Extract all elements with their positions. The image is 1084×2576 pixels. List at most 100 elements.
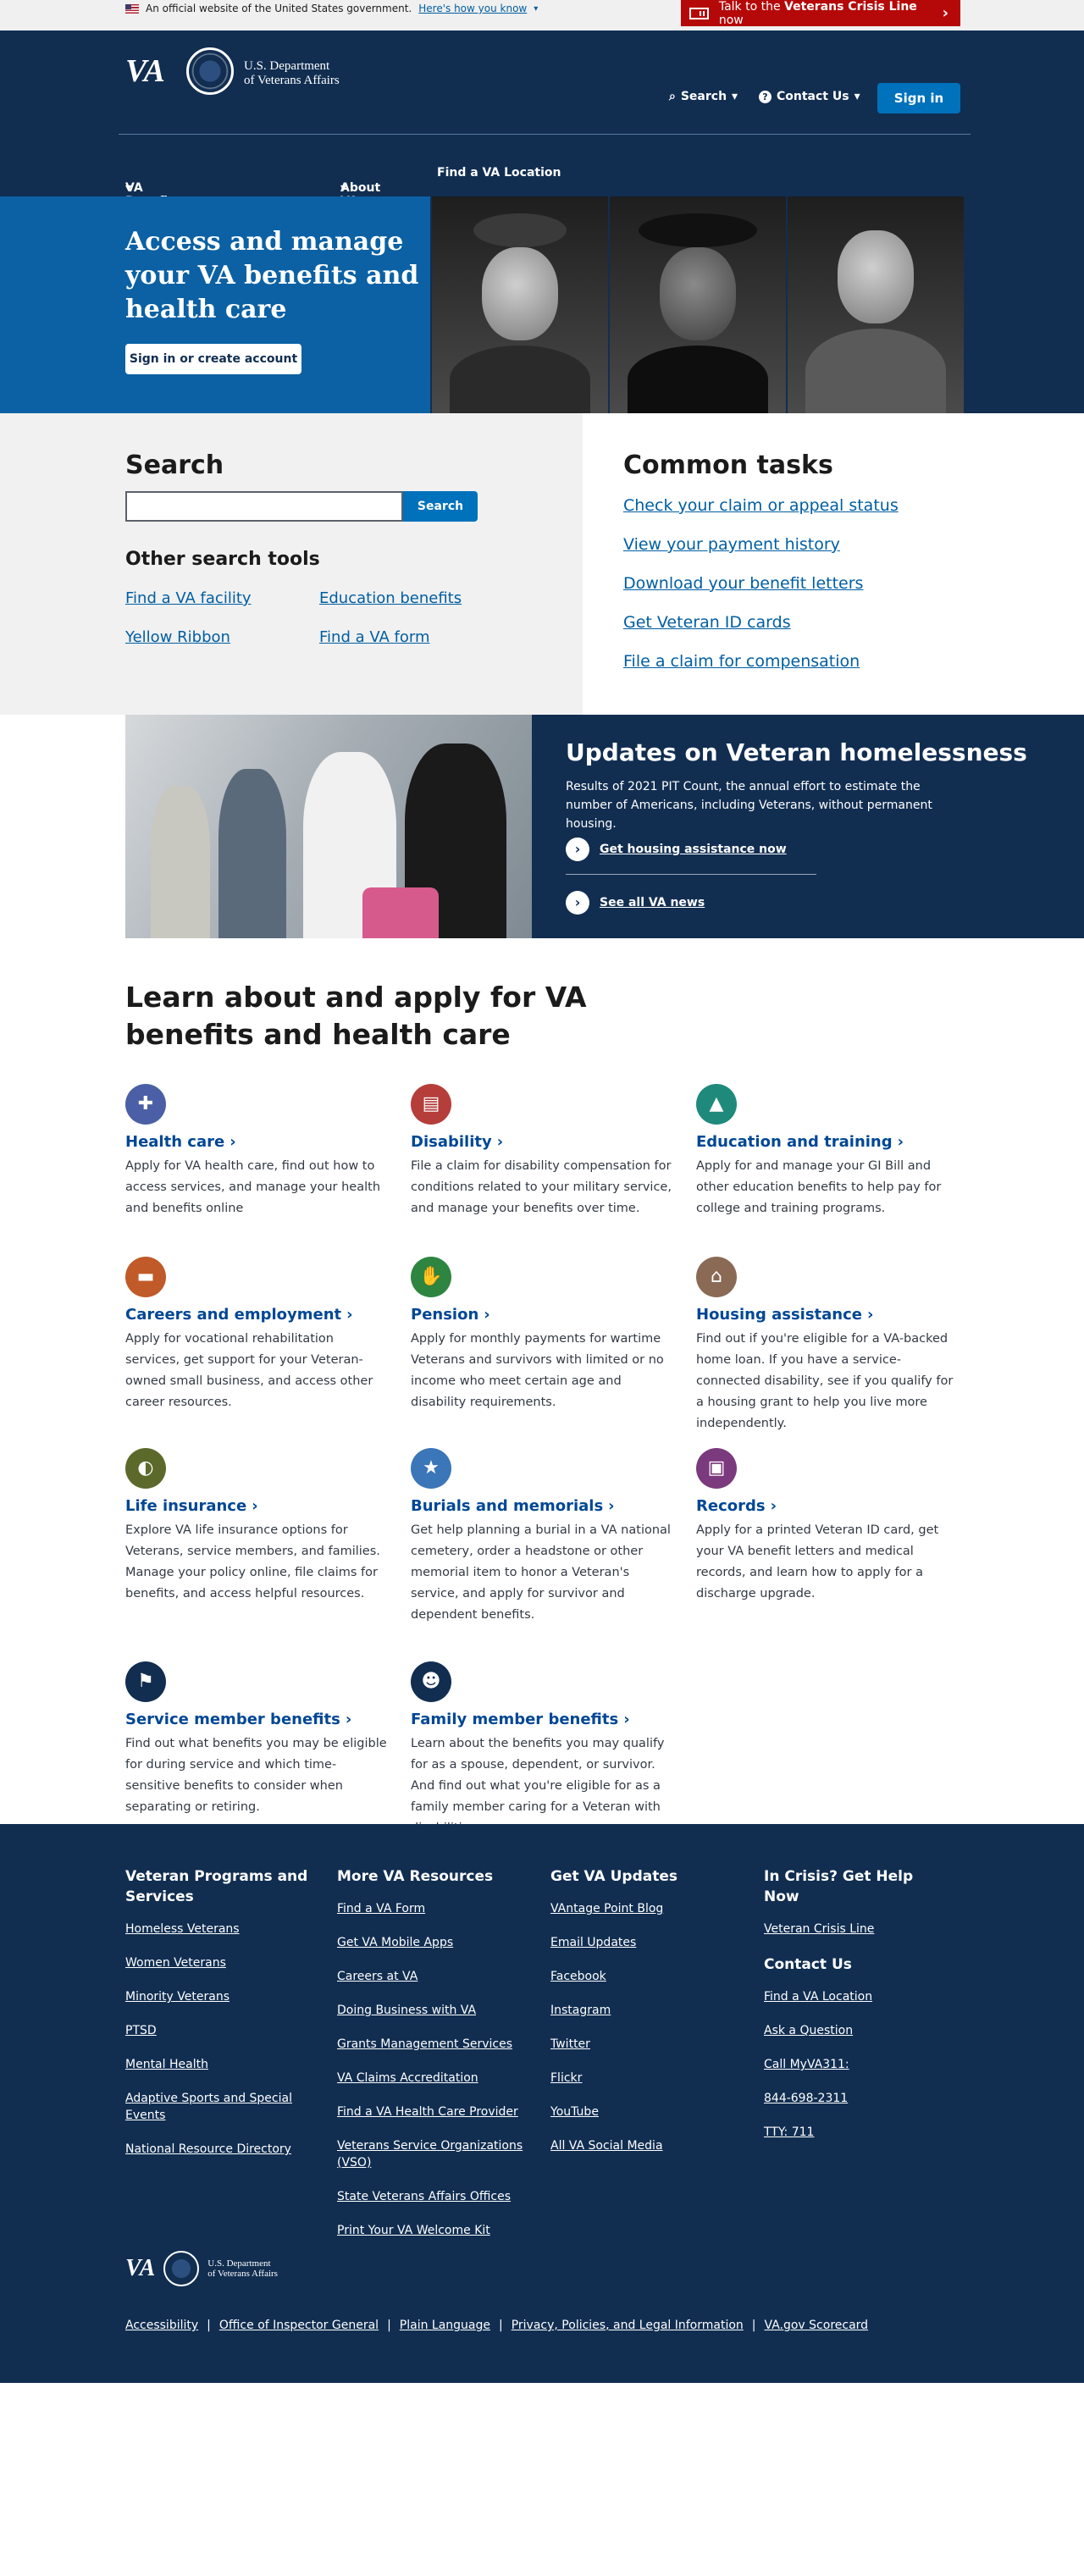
chevron-right-icon: ›	[897, 1133, 904, 1151]
benefit-link[interactable]: Health care ›	[125, 1133, 396, 1151]
footer-link[interactable]: VA Claims Accreditation	[337, 2070, 523, 2087]
header-search-button[interactable]: ⌕ Search ▾	[669, 90, 738, 103]
task-link-claim-status[interactable]: Check your claim or appeal status	[623, 496, 899, 515]
search-input[interactable]	[125, 491, 403, 522]
nav-item-find-location[interactable]: Find a VA Location	[437, 166, 561, 180]
footer-logo[interactable]: VA U.S. Department of Veterans Affairs	[125, 2251, 278, 2286]
update-body: Results of 2021 PIT Count, the annual ef…	[566, 780, 932, 831]
benefit-link[interactable]: Housing assistance ›	[696, 1306, 967, 1324]
medkit-icon: ✚	[125, 1084, 166, 1125]
benefit-link[interactable]: Family member benefits ›	[411, 1711, 682, 1728]
search-panel: Search Search Other search tools Find a …	[0, 413, 583, 715]
va-logo[interactable]: VA	[125, 53, 165, 90]
chevron-right-icon: ›	[608, 1497, 615, 1515]
gov-banner-text: An official website of the United States…	[146, 3, 412, 14]
footer-link[interactable]: VAntage Point Blog	[550, 1900, 737, 1917]
benefit-description: Apply for a printed Veteran ID card, get…	[696, 1523, 939, 1600]
housing-assistance-link[interactable]: › Get housing assistance now	[566, 837, 787, 861]
benefit-card: ☻ Family member benefits › Learn about the …	[411, 1661, 682, 1839]
search-title: Search	[125, 451, 224, 480]
footer-link[interactable]: National Resource Directory	[125, 2141, 312, 2158]
benefit-link[interactable]: Pension ›	[411, 1306, 682, 1324]
footer-contact-title: Contact Us	[764, 1956, 852, 1973]
crisis-line-text: Talk to the Veterans Crisis Line now	[718, 0, 917, 27]
benefit-description: Get help planning a burial in a VA natio…	[411, 1523, 671, 1622]
veteran-photo	[786, 196, 964, 413]
chevron-right-icon: ›	[623, 1711, 630, 1728]
tool-link-find-facility[interactable]: Find a VA facility	[125, 589, 252, 607]
separator: |	[207, 2319, 211, 2332]
benefit-link[interactable]: Burials and memorials ›	[411, 1497, 682, 1515]
footer-contact-link[interactable]: Call MyVA311:	[764, 2056, 950, 2073]
hero-sign-in-button[interactable]: Sign in or create account	[125, 344, 301, 374]
footer-link[interactable]: Print Your VA Welcome Kit	[337, 2222, 523, 2239]
footer-link[interactable]: Minority Veterans	[125, 1988, 312, 2005]
benefit-card: ⚑ Service member benefits › Find out what b…	[125, 1661, 396, 1818]
benefit-link[interactable]: Life insurance ›	[125, 1497, 396, 1515]
site-footer: Veteran Programs and Services Homeless Ve…	[0, 1824, 1084, 2383]
benefit-link[interactable]: Careers and employment ›	[125, 1306, 396, 1324]
chevron-right-icon: ›	[484, 1306, 490, 1324]
benefit-card: ▬ Careers and employment › Apply for vocati…	[125, 1257, 396, 1413]
all-news-link[interactable]: › See all VA news	[566, 891, 705, 915]
heres-how-link[interactable]: Here's how you know	[418, 3, 527, 14]
chevron-right-icon: ›	[770, 1497, 777, 1515]
hero: Access and manage your VA benefits and h…	[0, 196, 1084, 413]
footer-link[interactable]: Get VA Mobile Apps	[337, 1934, 523, 1951]
footer-bottom-link[interactable]: Office of Inspector General	[219, 2319, 379, 2332]
tool-link-education[interactable]: Education benefits	[319, 589, 462, 607]
footer-bottom-link[interactable]: Plain Language	[400, 2319, 490, 2332]
footer-link[interactable]: Careers at VA	[337, 1968, 523, 1985]
footer-link[interactable]: YouTube	[550, 2103, 737, 2120]
footer-link[interactable]: Flickr	[550, 2070, 737, 2087]
task-link-veteran-id[interactable]: Get Veteran ID cards	[623, 613, 791, 632]
benefit-card: ◐ Life insurance › Explore VA life insuranc…	[125, 1448, 396, 1605]
footer-column-title: More VA Resources	[337, 1868, 494, 1885]
footer-link[interactable]: Find a VA Health Care Provider	[337, 2103, 523, 2120]
task-link-benefit-letters[interactable]: Download your benefit letters	[623, 574, 863, 593]
site-header: VA U.S. Department of Veterans Affairs ⌕ …	[0, 30, 1084, 151]
footer-link[interactable]: Doing Business with VA	[337, 2002, 523, 2019]
footer-contact-link[interactable]: Ask a Question	[764, 2022, 950, 2039]
footer-link[interactable]: Find a VA Form	[337, 1900, 523, 1917]
benefit-link[interactable]: Education and training ›	[696, 1133, 967, 1151]
footer-link[interactable]: Homeless Veterans	[125, 1921, 312, 1938]
home-icon: ⌂	[696, 1257, 737, 1297]
footer-bottom-link[interactable]: Accessibility	[125, 2319, 198, 2332]
benefit-card: ⌂ Housing assistance › Find out if you're e…	[696, 1257, 967, 1434]
benefit-link[interactable]: Disability ›	[411, 1133, 682, 1151]
task-link-file-claim[interactable]: File a claim for compensation	[623, 652, 860, 671]
crisis-line-banner[interactable]: Talk to the Veterans Crisis Line now ›	[681, 0, 960, 27]
footer-link[interactable]: Twitter	[550, 2036, 737, 2053]
footer-contact-link[interactable]: TTY: 711	[764, 2124, 950, 2141]
footer-link[interactable]: Adaptive Sports and Special Events	[125, 2090, 312, 2124]
footer-link[interactable]: All VA Social Media	[550, 2137, 737, 2154]
benefit-description: File a claim for disability compensation…	[411, 1159, 672, 1215]
benefit-link[interactable]: Service member benefits ›	[125, 1711, 396, 1728]
footer-link[interactable]: Women Veterans	[125, 1954, 312, 1971]
footer-bottom-link[interactable]: Privacy, Policies, and Legal Information	[512, 2319, 744, 2332]
tool-link-yellow-ribbon[interactable]: Yellow Ribbon	[125, 628, 230, 646]
footer-link[interactable]: Email Updates	[550, 1934, 737, 1951]
footer-link[interactable]: Grants Management Services	[337, 2036, 523, 2053]
header-contact-button[interactable]: ? Contact Us ▾	[759, 90, 860, 103]
footer-link[interactable]: Instagram	[550, 2002, 737, 2019]
sign-in-button[interactable]: Sign in	[877, 83, 960, 113]
footer-crisis-link[interactable]: Veteran Crisis Line	[764, 1921, 950, 1938]
footer-link[interactable]: Facebook	[550, 1968, 737, 1985]
task-link-payment-history[interactable]: View your payment history	[623, 535, 840, 554]
footer-contact-link[interactable]: 844-698-2311	[764, 2090, 950, 2107]
id-card-icon: ▣	[696, 1448, 737, 1489]
tool-link-find-form[interactable]: Find a VA form	[319, 628, 430, 646]
chevron-down-icon: ▾	[534, 3, 539, 14]
footer-bottom-link[interactable]: VA.gov Scorecard	[765, 2319, 869, 2332]
footer-link[interactable]: Veterans Service Organizations (VSO)	[337, 2137, 523, 2171]
benefit-link[interactable]: Records ›	[696, 1497, 967, 1515]
footer-column-title: Get VA Updates	[550, 1868, 678, 1885]
footer-contact-link[interactable]: Find a VA Location	[764, 1988, 950, 2005]
footer-link[interactable]: State Veterans Affairs Offices	[337, 2188, 523, 2205]
gov-banner: An official website of the United States…	[0, 0, 1084, 30]
search-button[interactable]: Search	[403, 491, 478, 522]
footer-link[interactable]: Mental Health	[125, 2056, 312, 2073]
footer-link[interactable]: PTSD	[125, 2022, 312, 2039]
